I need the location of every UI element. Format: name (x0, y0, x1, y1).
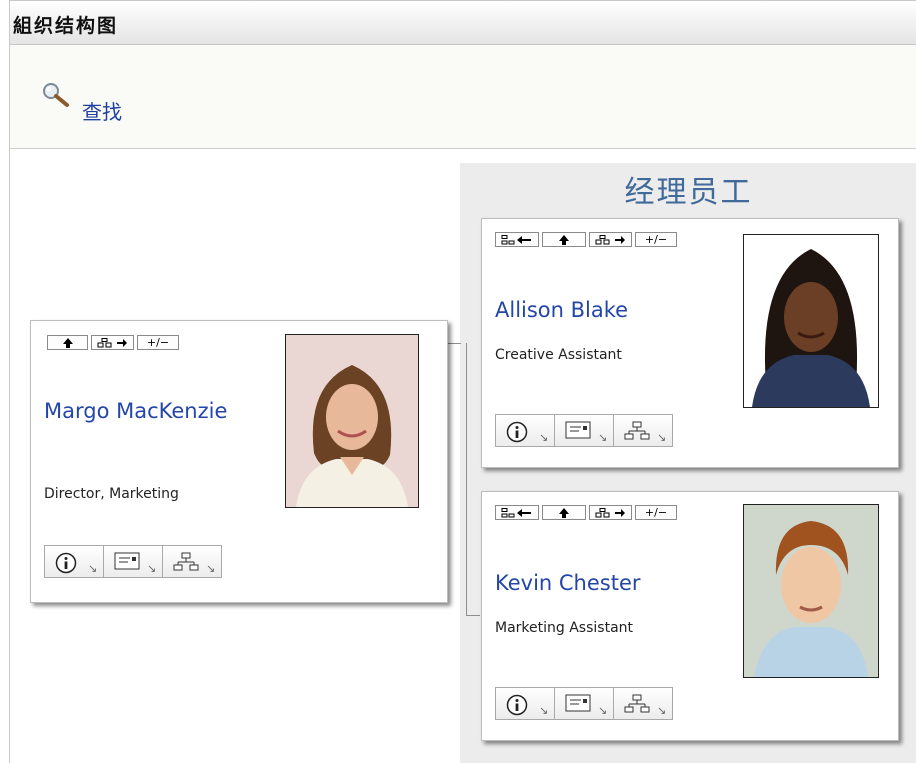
dropdown-arrow-icon: ↘ (657, 431, 667, 444)
magnifier-icon[interactable] (40, 81, 74, 111)
dropdown-arrow-icon: ↘ (206, 562, 216, 575)
employee-name[interactable]: Kevin Chester (495, 570, 735, 597)
expand-reports-button[interactable] (589, 505, 632, 520)
manager-name[interactable]: Margo MacKenzie (44, 398, 254, 425)
info-button[interactable]: ↘ (495, 414, 555, 447)
dropdown-arrow-icon: ↘ (539, 704, 549, 717)
org-chart-button[interactable]: ↘ (613, 414, 673, 447)
employee-title: Marketing Assistant (495, 620, 634, 636)
back-to-manager-button[interactable] (495, 232, 539, 247)
info-icon (506, 421, 528, 443)
business-card-icon (114, 552, 140, 570)
card-toolbar: +/− (47, 335, 179, 350)
find-link[interactable]: 查找 (82, 96, 122, 125)
employee-card: +/− Allison Blake Creative Assistant ↘ ↘… (481, 218, 899, 468)
move-up-button[interactable] (542, 232, 586, 247)
employee-card: +/− Kevin Chester Marketing Assistant ↘ (481, 491, 899, 741)
dropdown-arrow-icon: ↘ (598, 431, 608, 444)
toolbar: 查找 (10, 45, 916, 149)
window-title: 組织结构图 (13, 15, 119, 37)
info-icon (55, 552, 77, 574)
info-button[interactable]: ↘ (495, 687, 555, 720)
expand-reports-button[interactable] (91, 335, 134, 350)
info-button[interactable]: ↘ (44, 545, 104, 578)
up-arrow-icon (559, 507, 569, 518)
back-to-manager-button[interactable] (495, 505, 539, 520)
employee-photo (743, 234, 879, 408)
card-toolbar: +/− (495, 505, 677, 520)
connector-line (466, 343, 467, 615)
info-icon (506, 694, 528, 716)
org-back-icon (501, 507, 531, 517)
toggle-collapse-button[interactable]: +/− (635, 232, 677, 247)
business-card-button[interactable]: ↘ (103, 545, 163, 578)
up-arrow-icon (559, 234, 569, 245)
org-chart-button[interactable]: ↘ (162, 545, 222, 578)
org-chart-canvas: 经理员工 +/− Margo MacKenzie Director, Marke… (10, 150, 916, 763)
dropdown-arrow-icon: ↘ (539, 431, 549, 444)
employee-title: Creative Assistant (495, 347, 622, 363)
move-up-button[interactable] (542, 505, 586, 520)
dropdown-arrow-icon: ↘ (147, 562, 157, 575)
manager-card: +/− Margo MacKenzie Director, Marketing … (30, 320, 448, 603)
expand-reports-button[interactable] (589, 232, 632, 247)
card-actions: ↘ ↘ ↘ (44, 545, 222, 578)
org-expand-icon (97, 337, 127, 347)
business-card-button[interactable]: ↘ (554, 414, 614, 447)
dropdown-arrow-icon: ↘ (88, 562, 98, 575)
toggle-collapse-button[interactable]: +/− (635, 505, 677, 520)
connector-line (447, 343, 461, 344)
manager-photo (285, 334, 419, 508)
employee-name[interactable]: Allison Blake (495, 297, 735, 324)
move-up-button[interactable] (47, 335, 88, 350)
direct-reports-header: 经理员工 (624, 175, 753, 210)
business-card-icon (565, 421, 591, 439)
org-chart-icon (173, 552, 199, 571)
up-arrow-icon (62, 337, 73, 348)
card-toolbar: +/− (495, 232, 677, 247)
dropdown-arrow-icon: ↘ (657, 704, 667, 717)
business-card-icon (565, 694, 591, 712)
business-card-button[interactable]: ↘ (554, 687, 614, 720)
org-expand-icon (595, 234, 625, 244)
org-chart-icon (624, 694, 650, 713)
card-actions: ↘ ↘ ↘ (495, 687, 673, 720)
employee-photo (743, 504, 879, 678)
dropdown-arrow-icon: ↘ (598, 704, 608, 717)
card-actions: ↘ ↘ ↘ (495, 414, 673, 447)
title-bar: 組织结构图 (10, 1, 916, 45)
org-chart-icon (624, 421, 650, 440)
toggle-collapse-button[interactable]: +/− (137, 335, 179, 350)
connector-line (466, 615, 480, 616)
org-back-icon (501, 234, 531, 244)
org-expand-icon (595, 507, 625, 517)
org-chart-window: 組织结构图 查找 经理员工 +/− Margo MacKenzie Direct… (9, 0, 916, 763)
org-chart-button[interactable]: ↘ (613, 687, 673, 720)
manager-title: Director, Marketing (44, 486, 179, 502)
